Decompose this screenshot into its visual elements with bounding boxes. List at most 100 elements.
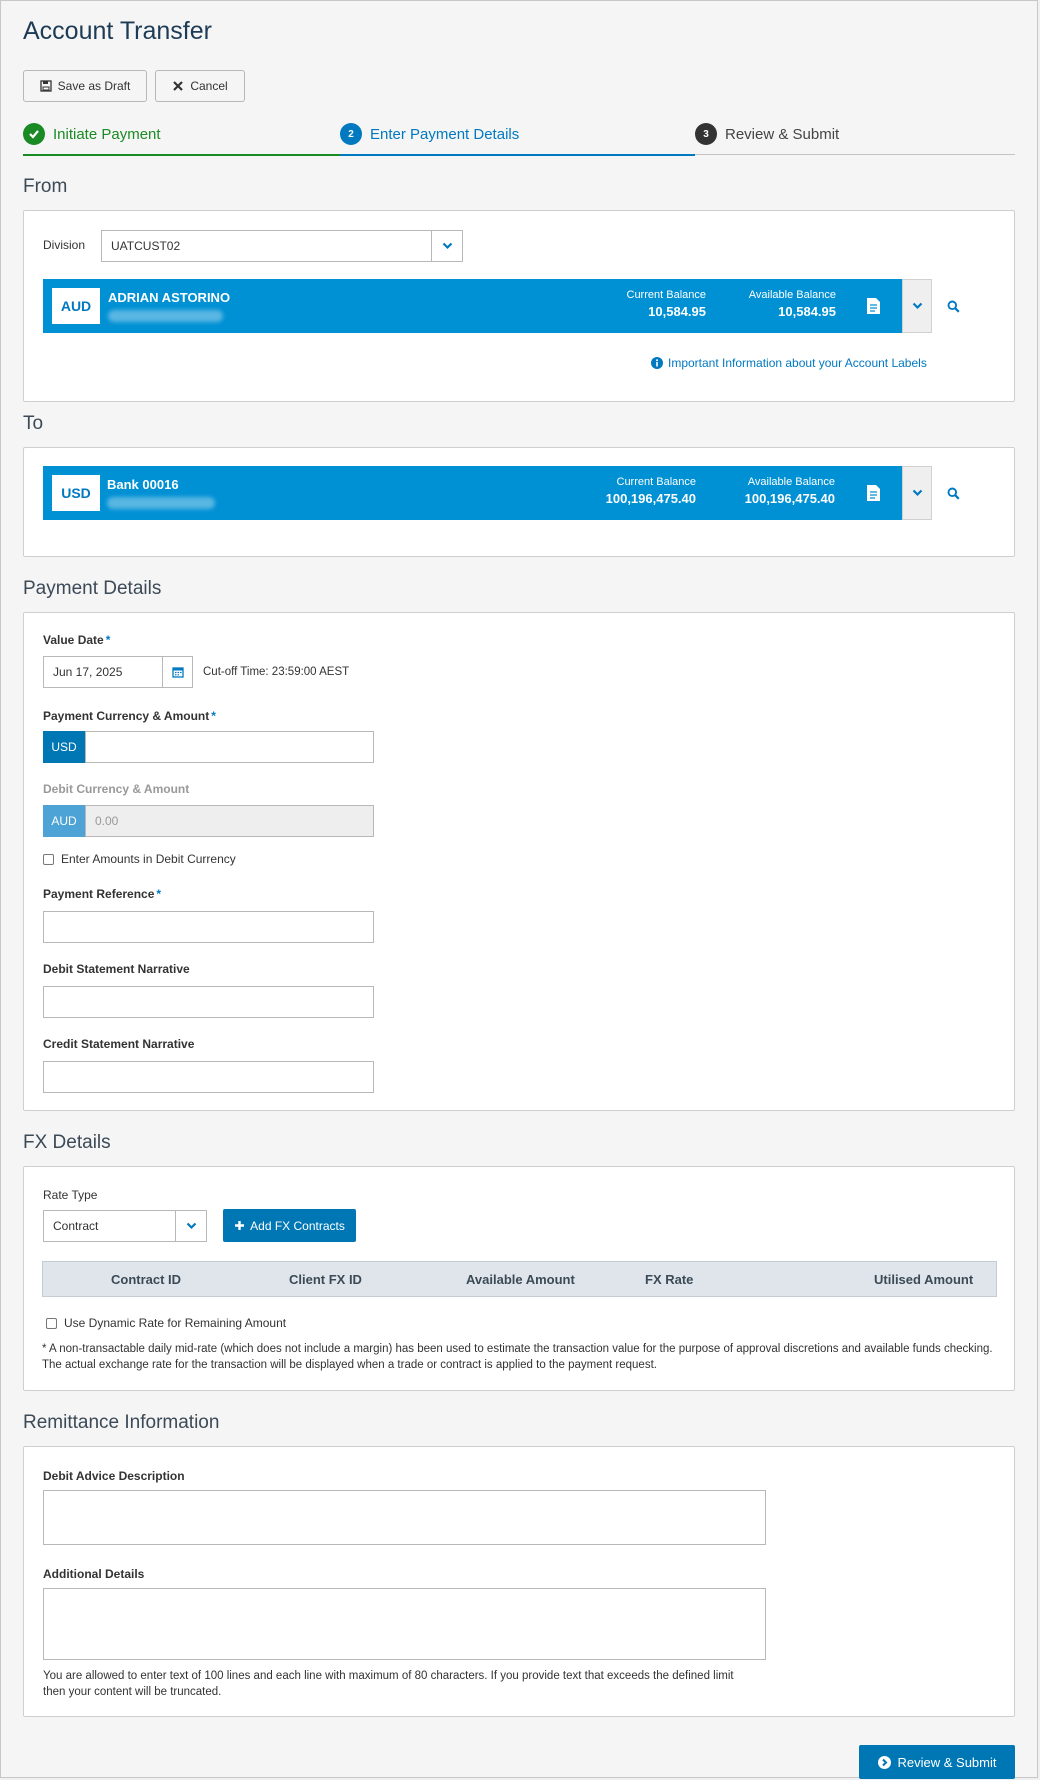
payment-reference-label: Payment Reference *	[43, 887, 162, 901]
remittance-section-title: Remittance Information	[23, 1412, 220, 1433]
chevron-down-icon[interactable]	[175, 1210, 207, 1242]
available-balance-value: 100,196,475.40	[744, 491, 835, 506]
debit-advice-label: Debit Advice Description	[43, 1469, 185, 1483]
current-balance-value: 100,196,475.40	[605, 491, 696, 506]
payment-currency-badge: USD	[43, 731, 85, 763]
value-date-label: Value Date *	[43, 633, 111, 647]
available-balance: Available Balance 10,584.95	[749, 289, 836, 319]
checkbox-box[interactable]	[46, 1317, 57, 1329]
to-card: USD Bank 00016 Current Balance 100,196,4…	[23, 447, 1015, 557]
from-account-expand[interactable]	[902, 279, 932, 333]
search-icon[interactable]	[944, 484, 962, 502]
review-submit-label: Review & Submit	[897, 1754, 997, 1770]
value-date-input[interactable]: Jun 17, 2025	[43, 656, 163, 688]
payment-card: Value Date * Jun 17, 2025 Cut-off Time: 2…	[23, 612, 1015, 1111]
additional-details-textarea[interactable]	[43, 1588, 766, 1660]
additional-details-label: Additional Details	[43, 1567, 145, 1581]
debit-narrative-input[interactable]	[43, 986, 374, 1018]
remittance-card: Debit Advice Description Additional Deta…	[23, 1446, 1015, 1717]
to-account-card[interactable]: USD Bank 00016 Current Balance 100,196,4…	[43, 466, 902, 520]
step-progress-active	[340, 154, 695, 156]
to-account-expand[interactable]	[902, 466, 932, 520]
save-as-draft-label: Save as Draft	[57, 79, 131, 93]
info-icon	[651, 357, 663, 369]
text-limit-note: You are allowed to enter text of 100 lin…	[43, 1670, 734, 1698]
search-icon[interactable]	[944, 297, 962, 315]
plus-icon	[235, 1221, 245, 1230]
document-icon[interactable]	[864, 296, 882, 316]
checkmark-icon	[23, 123, 45, 145]
info-link-text: Important Information about your Account…	[668, 356, 927, 370]
fx-rate-note: * A non-transactable daily mid-rate (whi…	[42, 1343, 993, 1371]
current-balance-value: 10,584.95	[648, 304, 706, 319]
credit-narrative-input[interactable]	[43, 1061, 374, 1093]
chevron-down-icon[interactable]	[431, 230, 463, 262]
account-labels-info-link[interactable]: Important Information about your Account…	[651, 356, 927, 370]
available-balance: Available Balance 100,196,475.40	[745, 476, 835, 506]
from-account-card[interactable]: AUD ADRIAN ASTORINO Current Balance 10,5…	[43, 279, 902, 333]
save-as-draft-button[interactable]: Save as Draft	[23, 70, 147, 102]
division-select[interactable]: UATCUST02	[101, 230, 463, 262]
step-number: 2	[340, 123, 362, 145]
page: Account Transfer Save as Draft Cancel In…	[0, 0, 1038, 1779]
debit-amount-placeholder: 0.00	[95, 814, 119, 828]
step-progress-pending	[695, 154, 1015, 155]
rate-type-label: Rate Type	[43, 1188, 98, 1202]
enter-debit-currency-checkbox[interactable]: Enter Amounts in Debit Currency	[43, 852, 236, 866]
page-title: Account Transfer	[23, 17, 212, 45]
cancel-button[interactable]: Cancel	[155, 70, 245, 102]
account-currency-badge: USD	[52, 475, 100, 511]
account-number-redacted	[108, 310, 223, 322]
column-header: Available Amount	[466, 1272, 575, 1287]
checkbox-box[interactable]	[43, 853, 54, 865]
calendar-button[interactable]	[162, 656, 193, 688]
step-number: 3	[695, 123, 717, 145]
calendar-icon	[171, 667, 184, 678]
review-submit-button[interactable]: Review & Submit	[859, 1745, 1015, 1779]
debit-currency-badge: AUD	[43, 805, 85, 837]
debit-amount-input: 0.00	[85, 805, 374, 837]
document-icon[interactable]	[864, 483, 882, 503]
column-header: Client FX ID	[289, 1272, 362, 1287]
value-date-value: Jun 17, 2025	[53, 665, 123, 679]
current-balance: Current Balance 10,584.95	[627, 289, 707, 319]
step-label: Initiate Payment	[53, 125, 161, 143]
debit-narrative-label: Debit Statement Narrative	[43, 962, 190, 976]
chevron-down-icon	[912, 489, 922, 497]
cancel-label: Cancel	[190, 79, 228, 93]
cutoff-time: Cut-off Time: 23:59:00 AEST	[203, 666, 350, 678]
available-balance-label: Available Balance	[748, 289, 836, 301]
from-card: Division UATCUST02 AUD ADRIAN ASTORINO C…	[23, 210, 1015, 402]
step-enter-payment-details: 2 Enter Payment Details	[340, 123, 519, 145]
payment-section-title: Payment Details	[23, 578, 162, 599]
debit-currency-label: Debit Currency & Amount	[43, 782, 190, 796]
payment-reference-input[interactable]	[43, 911, 374, 943]
fx-contracts-table-header: Contract ID Client FX ID Available Amoun…	[42, 1261, 997, 1297]
to-section-title: To	[23, 413, 44, 434]
checkbox-label: Use Dynamic Rate for Remaining Amount	[64, 1316, 287, 1330]
fx-section-title: FX Details	[23, 1132, 111, 1153]
account-name: ADRIAN ASTORINO	[108, 290, 231, 305]
account-name: Bank 00016	[107, 477, 179, 492]
current-balance-label: Current Balance	[626, 289, 707, 301]
credit-narrative-label: Credit Statement Narrative	[43, 1037, 195, 1051]
current-balance-label: Current Balance	[616, 476, 697, 488]
add-fx-contracts-button[interactable]: Add FX Contracts	[223, 1209, 356, 1242]
rate-type-value: Contract	[53, 1219, 99, 1233]
step-label: Enter Payment Details	[370, 125, 520, 143]
save-icon	[39, 80, 52, 92]
add-fx-label: Add FX Contracts	[250, 1218, 345, 1233]
step-label: Review & Submit	[725, 125, 840, 143]
dynamic-rate-checkbox[interactable]: Use Dynamic Rate for Remaining Amount	[46, 1316, 286, 1330]
division-value: UATCUST02	[111, 239, 181, 253]
debit-advice-textarea[interactable]	[43, 1490, 766, 1545]
from-section-title: From	[23, 176, 68, 197]
chevron-right-circle-icon	[877, 1755, 891, 1769]
step-review-submit: 3 Review & Submit	[695, 123, 839, 145]
fx-card: Rate Type Contract Add FX Contracts Cont…	[23, 1166, 1015, 1391]
available-balance-label: Available Balance	[747, 476, 835, 488]
column-header: Contract ID	[111, 1272, 182, 1287]
payment-amount-input[interactable]	[85, 731, 374, 763]
account-number-redacted	[107, 497, 215, 509]
checkbox-label: Enter Amounts in Debit Currency	[61, 852, 236, 866]
